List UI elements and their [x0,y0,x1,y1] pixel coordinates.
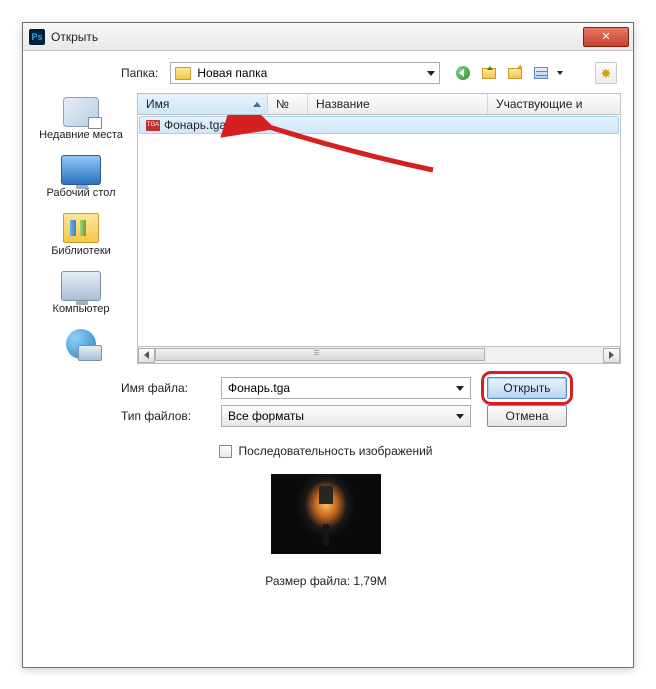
file-row[interactable]: TGA Фонарь.tga [139,116,619,134]
chevron-down-icon [456,414,464,419]
preview-area [31,474,621,554]
star-icon: ✸ [601,67,612,80]
close-button[interactable]: ✕ [583,27,629,47]
scroll-track[interactable] [155,348,603,363]
nav-view-button[interactable] [530,62,552,84]
nav-back-button[interactable] [452,62,474,84]
places-sidebar: Недавние места Рабочий стол Библиотеки К… [31,93,131,364]
horizontal-scrollbar[interactable] [137,347,621,364]
annotation-highlight: Открыть [481,371,573,405]
sidebar-item-desktop[interactable]: Рабочий стол [31,155,131,199]
back-arrow-icon [456,66,470,80]
desktop-icon [61,155,101,185]
column-header-artists[interactable]: Участвующие и [488,94,620,114]
filetype-dropdown[interactable]: Все форматы [221,405,471,427]
sidebar-item-network[interactable] [31,329,131,361]
sidebar-item-label: Недавние места [39,129,123,141]
open-button[interactable]: Открыть [487,377,567,399]
sequence-label: Последовательность изображений [238,444,432,458]
sidebar-item-computer[interactable]: Компьютер [31,271,131,315]
chevron-down-icon [427,71,435,76]
window-title: Открыть [51,30,583,44]
filetype-label: Тип файлов: [121,409,211,423]
recent-places-icon [63,97,99,127]
folder-dropdown[interactable]: Новая папка [170,62,440,84]
network-icon [66,329,96,359]
folder-up-icon [482,68,496,79]
view-mode-icon [534,67,548,79]
file-list-header: Имя № Название Участвующие и [137,93,621,115]
filesize-label: Размер файла: 1,79M [31,574,621,588]
nav-view-dropdown[interactable] [556,62,563,84]
filetype-value: Все форматы [228,409,304,423]
sequence-checkbox[interactable] [219,445,232,458]
computer-icon [61,271,101,301]
file-name: Фонарь.tga [164,118,226,132]
nav-up-button[interactable] [478,62,500,84]
column-header-title[interactable]: Название [308,94,488,114]
titlebar: Ps Открыть ✕ [23,23,633,51]
cancel-button[interactable]: Отмена [487,405,567,427]
chevron-down-icon [456,386,464,391]
file-area: Имя № Название Участвующие и TGA Фонарь.… [137,93,621,364]
preview-thumbnail [271,474,381,554]
folder-label: Папка: [121,66,158,80]
column-header-name[interactable]: Имя [138,94,268,114]
nav-new-folder-button[interactable] [504,62,526,84]
app-icon: Ps [29,29,45,45]
new-folder-icon [508,68,522,79]
sidebar-item-libraries[interactable]: Библиотеки [31,213,131,257]
filename-label: Имя файла: [121,381,211,395]
scroll-thumb[interactable] [155,348,485,361]
filename-input[interactable]: Фонарь.tga [221,377,471,399]
favorite-button[interactable]: ✸ [595,62,617,84]
scroll-left-button[interactable] [138,348,155,363]
sidebar-item-label: Библиотеки [51,245,111,257]
open-file-dialog: Ps Открыть ✕ Папка: Новая папка ✸ [22,22,634,668]
file-type-icon: TGA [146,120,160,131]
libraries-icon [63,213,99,243]
scroll-right-button[interactable] [603,348,620,363]
folder-value: Новая папка [197,66,267,80]
column-header-num[interactable]: № [268,94,308,114]
file-list[interactable]: TGA Фонарь.tga [137,115,621,347]
filename-value: Фонарь.tga [228,381,290,395]
folder-icon [175,67,191,80]
sidebar-item-recent[interactable]: Недавние места [31,97,131,141]
